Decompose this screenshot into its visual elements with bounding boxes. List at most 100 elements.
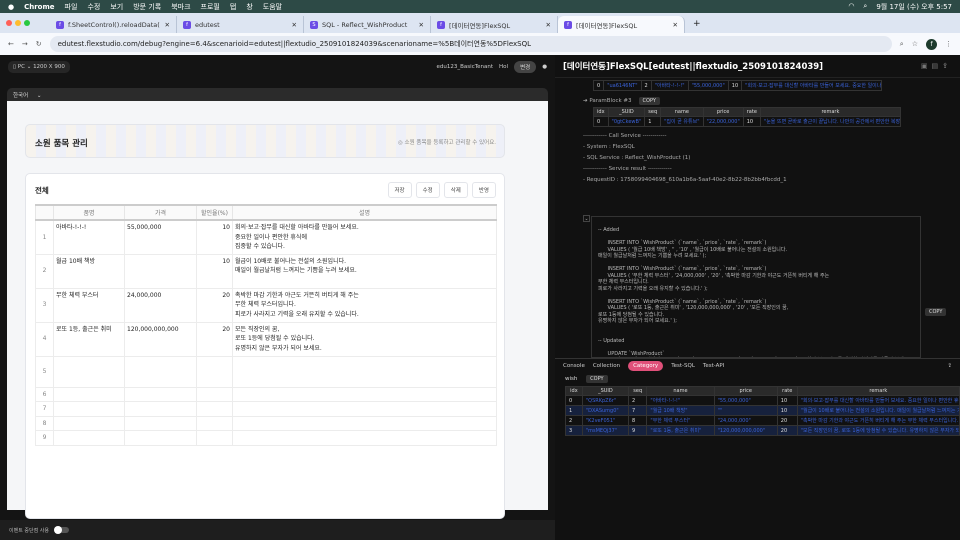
cell-remark[interactable] bbox=[232, 401, 497, 417]
table-row[interactable]: 5 bbox=[35, 355, 497, 388]
close-icon[interactable]: ✕ bbox=[673, 21, 678, 29]
menu-item[interactable]: 파일 bbox=[65, 2, 78, 12]
cell-name[interactable]: 무한 체력 부스터 bbox=[53, 287, 125, 323]
cell-name[interactable] bbox=[53, 401, 125, 417]
close-icon[interactable]: ✕ bbox=[165, 21, 170, 29]
browser-tab[interactable]: f [데이터연동]FlexSQL ✕ bbox=[431, 16, 558, 33]
layout-icon[interactable]: ▣ bbox=[921, 62, 932, 70]
save-button[interactable]: 저장 bbox=[387, 182, 412, 198]
menu-item[interactable]: 수정 bbox=[87, 2, 100, 12]
col-header[interactable] bbox=[35, 204, 54, 221]
cell-name[interactable] bbox=[53, 430, 125, 446]
cell-price[interactable] bbox=[124, 355, 197, 388]
menu-item[interactable]: 탭 bbox=[230, 2, 236, 12]
menu-item[interactable]: 프로필 bbox=[201, 2, 220, 12]
cell-name[interactable]: 월급 10배 책방 bbox=[53, 253, 125, 289]
cell-rate[interactable] bbox=[196, 430, 233, 446]
wish-row[interactable]: 2 "K2veF051" 8 "무한 체력 부스터" "24,000,000" 20 "촉박… bbox=[565, 415, 960, 426]
menu-item[interactable]: 도움말 bbox=[263, 2, 282, 12]
cell-rate[interactable]: 20 bbox=[196, 321, 233, 357]
menu-item[interactable]: 방문 기록 bbox=[133, 2, 161, 12]
language-selector[interactable]: 한국어 ⌄ bbox=[7, 88, 548, 101]
cell-idx[interactable]: 1 bbox=[35, 219, 54, 255]
menu-app-name[interactable]: Chrome bbox=[24, 3, 54, 11]
close-icon[interactable]: ✕ bbox=[419, 21, 424, 29]
export-icon[interactable]: ⇪ bbox=[947, 363, 952, 369]
cell-remark[interactable]: 회의·보고·잡무를 대신할 아바타를 만들어 보세요. 중요한 일이나 편안한 … bbox=[232, 219, 497, 255]
cell-name[interactable] bbox=[53, 355, 125, 388]
close-icon[interactable]: ✕ bbox=[546, 21, 551, 29]
event-toggle[interactable] bbox=[53, 526, 69, 534]
search-icon[interactable]: ⌕ bbox=[863, 2, 867, 12]
browser-tab[interactable]: S SQL - Reflect_WishProduct ✕ bbox=[304, 16, 431, 33]
cell-remark[interactable] bbox=[232, 386, 497, 402]
url-input[interactable]: edutest.flexstudio.com/debug?engine=6.4&… bbox=[49, 36, 892, 52]
tab-category[interactable]: Category bbox=[628, 361, 664, 371]
reload-icon[interactable]: ↻ bbox=[36, 40, 42, 48]
tab-test-api[interactable]: Test-API bbox=[703, 363, 724, 369]
cell-idx[interactable]: 9 bbox=[35, 430, 54, 446]
collapse-icon[interactable]: ⌄ bbox=[583, 215, 590, 222]
cell-idx[interactable]: 7 bbox=[35, 401, 54, 417]
table-row[interactable]: 4 로또 1등, 출근은 취미 120,000,000,000 20 모든 직장인의 꿈… bbox=[35, 321, 497, 357]
cell-idx[interactable]: 5 bbox=[35, 355, 54, 388]
col-header[interactable]: 할인율(%) bbox=[196, 204, 233, 221]
cell-idx[interactable]: 6 bbox=[35, 386, 54, 402]
save-icon[interactable]: ▤ bbox=[932, 62, 943, 70]
table-row[interactable]: 3 무한 체력 부스터 24,000,000 20 촉박한 마감 기한과 야근도 거뜬히… bbox=[35, 287, 497, 323]
cell-price[interactable] bbox=[124, 430, 197, 446]
cell-rate[interactable] bbox=[196, 386, 233, 402]
cell-remark[interactable]: 모든 직장인의 꿈, 로또 1등에 당첨될 수 있습니다. 유명하지 않은 부자… bbox=[232, 321, 497, 357]
more-icon[interactable]: ⋮ bbox=[945, 40, 952, 48]
tab-test-sql[interactable]: Test-SQL bbox=[671, 363, 695, 369]
forward-icon[interactable]: → bbox=[22, 40, 28, 48]
cell-name[interactable]: 로또 1등, 출근은 취미 bbox=[53, 321, 125, 357]
col-header[interactable]: 설명 bbox=[232, 204, 497, 221]
menu-item[interactable]: 창 bbox=[246, 2, 252, 12]
settings-icon[interactable]: ● bbox=[542, 64, 547, 70]
back-icon[interactable]: ← bbox=[8, 40, 14, 48]
browser-tab-active[interactable]: f [데이터연동]FlexSQL ✕ bbox=[558, 16, 685, 33]
cell-remark[interactable] bbox=[232, 415, 497, 431]
copy-wish-button[interactable]: COPY bbox=[586, 375, 608, 383]
cell-price[interactable]: 120,000,000,000 bbox=[124, 321, 197, 357]
wifi-icon[interactable]: ◠ bbox=[848, 2, 854, 12]
tab-console[interactable]: Console bbox=[563, 363, 585, 369]
table-row[interactable]: 1 아바타-!-!-! 55,000,000 10 회의·보고·잡무를 대신할 아바타를… bbox=[35, 219, 497, 255]
copy-button[interactable]: COPY bbox=[638, 97, 660, 105]
cell-name[interactable] bbox=[53, 386, 125, 402]
wish-row[interactable]: 3 "msMEQj37" 9 "로또 1등, 출근은 취미" "120,000,000,… bbox=[565, 425, 960, 436]
cell-name[interactable] bbox=[53, 415, 125, 431]
cell-rate[interactable] bbox=[196, 355, 233, 388]
cell-remark[interactable] bbox=[232, 355, 497, 388]
cell-remark[interactable]: 촉박한 마감 기한과 야근도 거뜬히 버티게 해 주는 무한 체력 부스터입니다… bbox=[232, 287, 497, 323]
cell-rate[interactable] bbox=[196, 401, 233, 417]
apple-icon[interactable]: ● bbox=[8, 3, 14, 11]
wish-row[interactable]: 1 "DXASumg0" 7 "월급 10배 책방" "" 10 "월급이 10배로 불어나… bbox=[565, 405, 960, 416]
cell-idx[interactable]: 3 bbox=[35, 287, 54, 323]
wish-row[interactable]: 0 "QSRKpZ6r" 2 "아바타-!-!-!" "55,000,000" 10 "회의… bbox=[565, 395, 960, 406]
cell-rate[interactable]: 10 bbox=[196, 219, 233, 255]
cell-idx[interactable]: 8 bbox=[35, 415, 54, 431]
menu-item[interactable]: 북마크 bbox=[171, 2, 190, 12]
close-icon[interactable]: ✕ bbox=[292, 21, 297, 29]
change-button[interactable]: 변경 bbox=[514, 60, 537, 73]
cell-price[interactable]: 55,000,000 bbox=[124, 219, 197, 255]
debug-log[interactable]: 0 "ua6146NT" 2 "아바타-!-!-!" "55,000,000" 10 "회의… bbox=[555, 78, 960, 358]
table-row[interactable]: 2 월급 10배 책방 10 월급이 10배로 불어나는 전설의 소원입니다. 매일이… bbox=[35, 253, 497, 289]
copy-sql-button[interactable]: COPY bbox=[925, 308, 947, 316]
tab-collection[interactable]: Collection bbox=[593, 363, 620, 369]
cell-idx[interactable]: 2 bbox=[35, 253, 54, 289]
col-header[interactable]: 가격 bbox=[124, 204, 197, 221]
delete-button[interactable]: 삭제 bbox=[443, 182, 468, 198]
wish-grid[interactable]: 품명 가격 할인율(%) 설명 1 아바타-!-!-! 55,000,000 10 회의… bbox=[35, 204, 497, 446]
export-icon[interactable]: ⇪ bbox=[942, 62, 952, 70]
window-controls[interactable] bbox=[6, 20, 30, 26]
wish-table[interactable]: idx _SUID seq name price rate remark 0 "QSRKpZ6r… bbox=[565, 386, 960, 436]
cell-rate[interactable]: 10 bbox=[196, 253, 233, 289]
menu-item[interactable]: 보기 bbox=[110, 2, 123, 12]
cell-rate[interactable] bbox=[196, 415, 233, 431]
table-row[interactable]: 8 bbox=[35, 415, 497, 431]
zoom-icon[interactable]: ⌕ bbox=[900, 40, 904, 49]
cell-rate[interactable]: 20 bbox=[196, 287, 233, 323]
